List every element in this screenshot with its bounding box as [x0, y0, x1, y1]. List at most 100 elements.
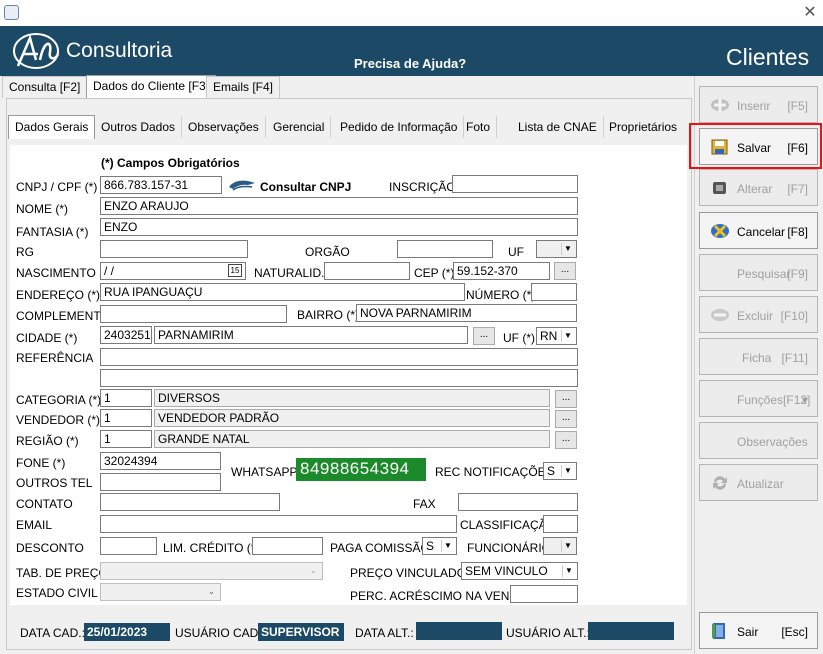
- cep-search-button[interactable]: ...: [554, 262, 576, 280]
- close-icon[interactable]: ✕: [800, 3, 820, 23]
- vendedor-code-field[interactable]: 1: [100, 409, 152, 427]
- chevron-down-icon: ▾: [801, 393, 808, 407]
- tab-emails[interactable]: Emails [F4]: [206, 76, 281, 98]
- pesquisar-button[interactable]: Pesquisar [F9]: [699, 254, 818, 291]
- rec-notificacoes-select[interactable]: S ▼: [543, 462, 577, 480]
- observacoes-button[interactable]: Observações: [699, 422, 818, 459]
- inscricao-field[interactable]: [452, 175, 578, 193]
- data-cad-label: DATA CAD.:: [20, 626, 85, 640]
- cancelar-button[interactable]: Cancelar [F8]: [699, 212, 818, 249]
- subtab-lista-cnae[interactable]: Lista de CNAE: [512, 116, 604, 138]
- cidade-field[interactable]: PARNAMIRIM: [154, 326, 468, 344]
- delete-icon: [711, 309, 729, 321]
- uf-select[interactable]: ▼: [536, 240, 577, 258]
- brand-name: Consultoria: [66, 39, 173, 62]
- estado-civil-select[interactable]: ⌄: [100, 583, 221, 601]
- inscricao-label: INSCRIÇÃO: [389, 180, 456, 194]
- tab-preco-select[interactable]: ⌄: [100, 562, 323, 580]
- chevron-down-icon: ⌄: [310, 566, 317, 575]
- endereco-label: ENDEREÇO (*): [16, 288, 101, 302]
- funcionario-select[interactable]: ▼: [543, 537, 577, 555]
- window-titlebar: [0, 0, 823, 26]
- tab-dados-cliente[interactable]: Dados do Cliente [F3]: [86, 75, 217, 99]
- uf-label: UF: [508, 245, 524, 259]
- categoria-code-field[interactable]: 1: [100, 389, 152, 407]
- cidade-search-button[interactable]: ...: [473, 327, 495, 345]
- numero-label: NÚMERO (*): [466, 288, 536, 302]
- data-cad-value: 25/01/2023: [84, 623, 170, 641]
- usuario-alt-label: USUÁRIO ALT.:: [506, 626, 590, 640]
- chevron-down-icon: ⌄: [208, 587, 215, 596]
- cnpj-field[interactable]: 866.783.157-31: [100, 176, 222, 194]
- subtab-proprietarios[interactable]: Proprietários: [603, 116, 683, 138]
- categoria-search-button[interactable]: ...: [555, 390, 577, 408]
- sair-button[interactable]: Sair [Esc]: [699, 612, 818, 649]
- chevron-down-icon: ▼: [561, 540, 574, 552]
- refresh-icon: [713, 476, 727, 490]
- atualizar-button[interactable]: Atualizar: [699, 464, 818, 501]
- consult-cnpj-link[interactable]: Consultar CNPJ: [260, 180, 351, 194]
- cidade-code-field[interactable]: 2403251: [100, 326, 152, 344]
- email-label: EMAIL: [16, 518, 53, 532]
- orgao-label: ORGÃO: [305, 245, 350, 259]
- fantasia-field[interactable]: ENZO: [100, 218, 578, 236]
- preco-vinculado-select[interactable]: SEM VINCULO ▼: [461, 562, 578, 580]
- brand-logo-icon: [13, 33, 60, 69]
- excluir-button[interactable]: Excluir [F10]: [699, 296, 818, 333]
- edit-icon: [713, 182, 726, 194]
- inserir-button[interactable]: Inserir [F5]: [699, 86, 818, 123]
- outros-tel-field[interactable]: [100, 473, 221, 491]
- data-alt-label: DATA ALT.:: [355, 626, 414, 640]
- numero-field[interactable]: [531, 283, 577, 301]
- vendedor-field: VENDEDOR PADRÃO: [154, 409, 550, 427]
- classificacao-field[interactable]: [543, 515, 578, 533]
- cep-field[interactable]: 59.152-370: [453, 262, 550, 280]
- uf-cidade-select[interactable]: RN ▼: [536, 327, 577, 345]
- subtab-pedido-informacao[interactable]: Pedido de Informação: [334, 116, 465, 138]
- vendedor-label: VENDEDOR (*): [16, 413, 101, 427]
- whatsapp-field[interactable]: 84988654394: [296, 458, 426, 481]
- subtab-gerencial[interactable]: Gerencial: [267, 116, 332, 138]
- contato-field[interactable]: [100, 493, 280, 511]
- tab-consulta[interactable]: Consulta [F2]: [2, 76, 88, 98]
- subtab-outros-dados[interactable]: Outros Dados: [95, 116, 183, 138]
- categoria-label: CATEGORIA (*): [16, 393, 102, 407]
- receita-federal-icon[interactable]: [228, 177, 256, 193]
- perc-acrescimo-field[interactable]: [510, 585, 578, 603]
- fax-label: FAX: [413, 497, 436, 511]
- orgao-field[interactable]: [397, 240, 493, 258]
- alterar-button[interactable]: Alterar [F7]: [699, 169, 818, 206]
- calendar-icon[interactable]: 15: [228, 264, 242, 277]
- regiao-code-field[interactable]: 1: [100, 430, 152, 448]
- chevron-down-icon: ▼: [441, 540, 454, 552]
- complemento-field[interactable]: [100, 305, 287, 323]
- nome-field[interactable]: ENZO ARAUJO: [100, 197, 578, 215]
- ficha-button[interactable]: Ficha [F11]: [699, 338, 818, 375]
- nascimento-field[interactable]: / /: [100, 262, 246, 280]
- lim-credito-field[interactable]: [252, 537, 323, 555]
- referencia-field-2[interactable]: [100, 369, 578, 387]
- cidade-label: CIDADE (*): [16, 331, 78, 345]
- subtab-foto[interactable]: Foto: [460, 116, 498, 138]
- estado-civil-label: ESTADO CIVIL: [16, 586, 98, 600]
- vendedor-search-button[interactable]: ...: [555, 410, 577, 428]
- fax-field[interactable]: [458, 493, 578, 511]
- subtab-dados-gerais[interactable]: Dados Gerais: [8, 115, 96, 139]
- funcoes-button[interactable]: Funções[F12] ▾: [699, 380, 818, 417]
- referencia-label: REFERÊNCIA: [16, 351, 94, 365]
- regiao-search-button[interactable]: ...: [555, 431, 577, 449]
- app-header: Consultoria Precisa de Ajuda? Clientes: [0, 26, 823, 76]
- paga-comissao-select[interactable]: S ▼: [422, 537, 457, 555]
- subtab-observacoes[interactable]: Observações: [182, 116, 266, 138]
- endereco-field[interactable]: RUA IPANGUAÇU: [100, 283, 465, 301]
- rg-field[interactable]: [100, 240, 248, 258]
- referencia-field[interactable]: [100, 348, 578, 366]
- email-field[interactable]: [100, 515, 457, 533]
- help-link[interactable]: Precisa de Ajuda?: [354, 56, 466, 71]
- desconto-field[interactable]: [100, 537, 157, 555]
- fone-field[interactable]: 32024394: [100, 452, 221, 470]
- usuario-alt-value: [588, 622, 674, 640]
- naturalid-field[interactable]: [324, 262, 410, 280]
- bairro-field[interactable]: NOVA PARNAMIRIM: [356, 304, 577, 322]
- cancel-icon: [711, 224, 729, 238]
